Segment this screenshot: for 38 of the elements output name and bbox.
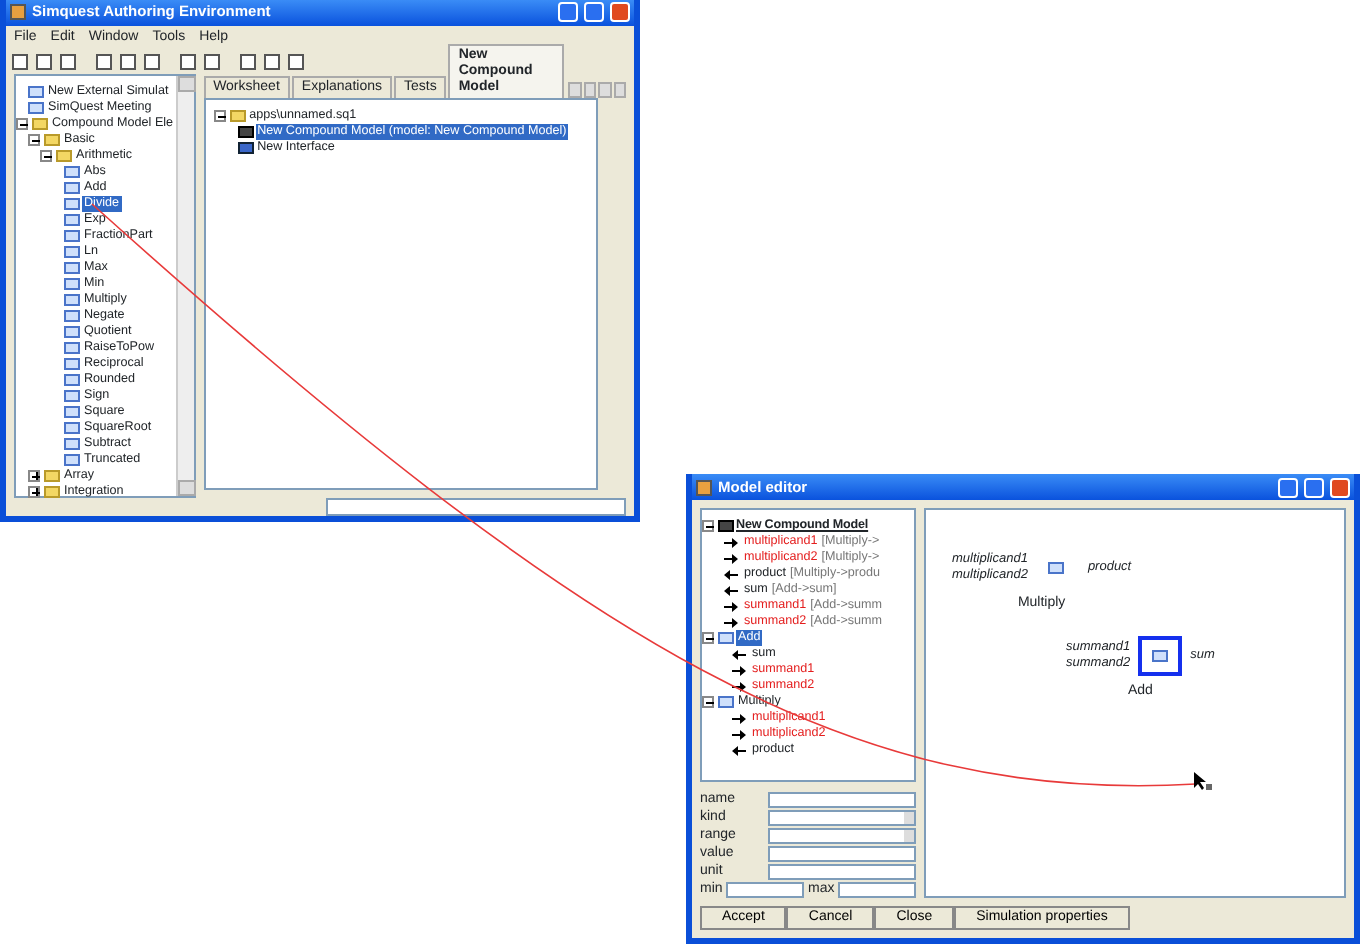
function-icon bbox=[1151, 650, 1168, 662]
model-icon bbox=[718, 520, 734, 532]
function-icon bbox=[718, 632, 734, 644]
app-icon bbox=[696, 479, 712, 495]
function-icon bbox=[718, 696, 734, 708]
left-arrow-icon bbox=[732, 745, 746, 755]
app-icon bbox=[10, 4, 26, 21]
input-field[interactable] bbox=[768, 791, 916, 807]
input-field[interactable] bbox=[838, 881, 917, 897]
maximize-button[interactable] bbox=[584, 2, 604, 23]
function-block[interactable] bbox=[1138, 636, 1183, 676]
collapse-toggle[interactable] bbox=[702, 632, 714, 644]
input-field[interactable] bbox=[726, 881, 805, 897]
cursor-icon bbox=[1194, 772, 1212, 792]
collapse-toggle[interactable] bbox=[213, 109, 226, 122]
folder-icon bbox=[229, 109, 246, 122]
maximize-button[interactable] bbox=[1304, 477, 1324, 497]
expand-toggle[interactable] bbox=[28, 485, 40, 498]
meeting-icon bbox=[28, 101, 44, 114]
close-button[interactable] bbox=[1330, 477, 1350, 497]
collapse-toggle[interactable] bbox=[702, 696, 714, 708]
scrollbar[interactable] bbox=[175, 75, 194, 497]
minimize-button[interactable] bbox=[558, 2, 578, 23]
dropdown-field[interactable] bbox=[768, 809, 916, 825]
collapse-toggle[interactable] bbox=[40, 149, 52, 162]
left-arrow-icon bbox=[732, 649, 746, 659]
model-icon bbox=[237, 125, 254, 138]
expand-toggle[interactable] bbox=[28, 469, 40, 482]
collapse-toggle[interactable] bbox=[702, 520, 714, 532]
collapse-toggle[interactable] bbox=[28, 133, 40, 146]
input-field[interactable] bbox=[768, 863, 916, 879]
function-icon bbox=[1048, 562, 1065, 574]
close-button[interactable] bbox=[610, 2, 630, 23]
input-field[interactable] bbox=[768, 845, 916, 861]
collapse-toggle[interactable] bbox=[16, 117, 28, 130]
dropdown-field[interactable] bbox=[768, 827, 916, 843]
minimize-button[interactable] bbox=[1278, 477, 1298, 497]
simulation-icon bbox=[28, 85, 44, 98]
